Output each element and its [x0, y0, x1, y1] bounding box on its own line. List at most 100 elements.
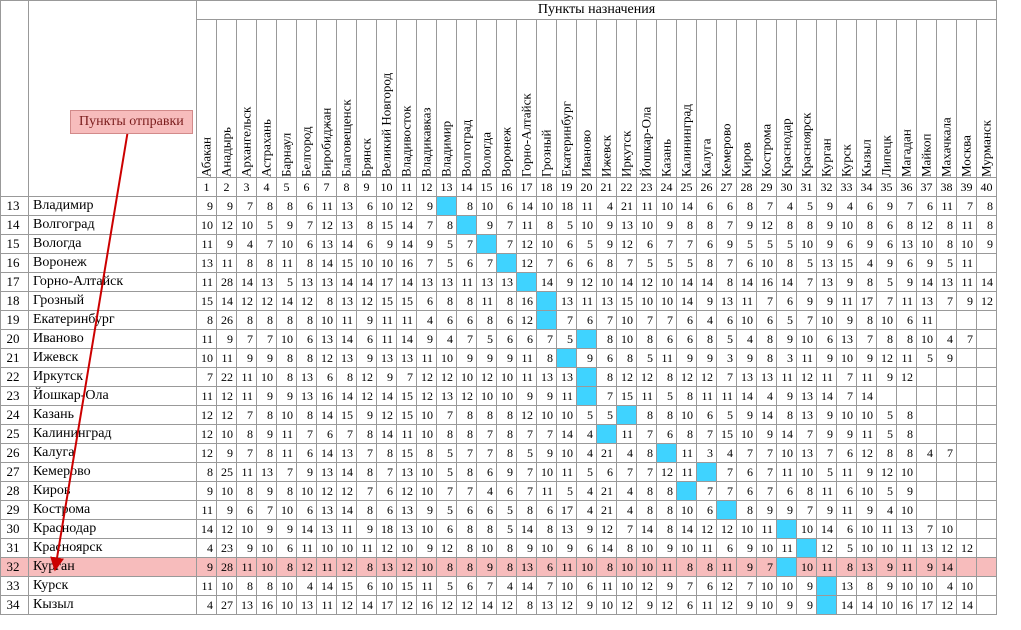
cell: 21: [597, 444, 617, 463]
cell: 7: [357, 444, 377, 463]
cell: 9: [217, 501, 237, 520]
cell: 14: [317, 444, 337, 463]
origins-label: Пункты отправки: [70, 110, 193, 134]
cell: [957, 520, 977, 539]
cell: 8: [497, 444, 517, 463]
cell: 7: [917, 520, 937, 539]
cell: 6: [717, 197, 737, 216]
cell: 5: [797, 254, 817, 273]
cell: 4: [437, 330, 457, 349]
cell: 11: [197, 235, 217, 254]
cell: [977, 596, 997, 615]
cell: 9: [497, 349, 517, 368]
row-17: 17Горно-Алтайск1128141351313141417141313…: [1, 273, 997, 292]
cell: [957, 501, 977, 520]
cell: [897, 387, 917, 406]
cell: 12: [557, 596, 577, 615]
rowname: Грозный: [29, 292, 197, 311]
cell: 9: [777, 330, 797, 349]
cell: 9: [417, 235, 437, 254]
cell: 10: [897, 577, 917, 596]
cell: 10: [877, 539, 897, 558]
cell: 14: [317, 254, 337, 273]
cell: 14: [397, 235, 417, 254]
cell: 8: [197, 463, 217, 482]
cell: 10: [877, 311, 897, 330]
cell: 11: [577, 197, 597, 216]
cell: 17: [917, 596, 937, 615]
cell: 11: [277, 444, 297, 463]
cell: 21: [617, 197, 637, 216]
cell: 10: [737, 311, 757, 330]
cell: 15: [397, 292, 417, 311]
cell: 9: [277, 520, 297, 539]
dest-col-24: Казань: [657, 20, 677, 178]
cell: 8: [657, 501, 677, 520]
cell: 10: [817, 311, 837, 330]
cell: 8: [457, 197, 477, 216]
cell: 14: [857, 387, 877, 406]
dest-col-40: Мурманск: [977, 20, 997, 178]
cell: 8: [457, 558, 477, 577]
dest-col-8: Благовещенск: [337, 20, 357, 178]
cell: [697, 463, 717, 482]
cell: 7: [197, 368, 217, 387]
cell: 5: [817, 463, 837, 482]
rowname: Екатеринбург: [29, 311, 197, 330]
cell: 11: [557, 463, 577, 482]
cell: 13: [377, 349, 397, 368]
cell: 14: [757, 406, 777, 425]
cell: 10: [957, 577, 977, 596]
cell: 8: [457, 539, 477, 558]
cell: 14: [317, 577, 337, 596]
cell: 9: [857, 349, 877, 368]
cell: 11: [517, 368, 537, 387]
cell: 8: [357, 558, 377, 577]
cell: 8: [757, 349, 777, 368]
cell: 10: [397, 539, 417, 558]
cell: 6: [577, 254, 597, 273]
row-15: 15Вологда1194710613146914957712106591267…: [1, 235, 997, 254]
cell: 5: [257, 216, 277, 235]
cell: 13: [817, 254, 837, 273]
cell: 12: [437, 368, 457, 387]
cell: 8: [437, 216, 457, 235]
cell: 6: [737, 482, 757, 501]
cell: 14: [397, 273, 417, 292]
cell: 4: [197, 596, 217, 615]
cell: 6: [817, 330, 837, 349]
cell: 10: [377, 197, 397, 216]
cell: 15: [617, 292, 637, 311]
cell: 5: [577, 463, 597, 482]
cell: 8: [597, 254, 617, 273]
cell: 6: [737, 254, 757, 273]
cell: 11: [317, 596, 337, 615]
cell: 4: [757, 387, 777, 406]
cell: 6: [497, 311, 517, 330]
cell: 10: [237, 216, 257, 235]
cell: 12: [637, 368, 657, 387]
cell: 5: [637, 349, 657, 368]
cell: 7: [837, 387, 857, 406]
cell: 8: [457, 520, 477, 539]
cell: 8: [657, 406, 677, 425]
cell: 13: [317, 520, 337, 539]
cell: 8: [857, 273, 877, 292]
cell: [937, 425, 957, 444]
cell: 6: [477, 501, 497, 520]
rownum: 19: [1, 311, 29, 330]
cell: 4: [597, 197, 617, 216]
cell: 11: [897, 539, 917, 558]
cell: 4: [577, 482, 597, 501]
cell: 7: [237, 197, 257, 216]
col-idx-25: 25: [677, 178, 697, 197]
cell: 7: [657, 311, 677, 330]
cell: 9: [297, 463, 317, 482]
cell: 11: [777, 368, 797, 387]
row-33: 33Курск111088104141561015115674147106111…: [1, 577, 997, 596]
cell: 7: [257, 330, 277, 349]
cell: 7: [897, 197, 917, 216]
cell: 8: [497, 292, 517, 311]
cell: 4: [477, 482, 497, 501]
cell: 16: [517, 292, 537, 311]
